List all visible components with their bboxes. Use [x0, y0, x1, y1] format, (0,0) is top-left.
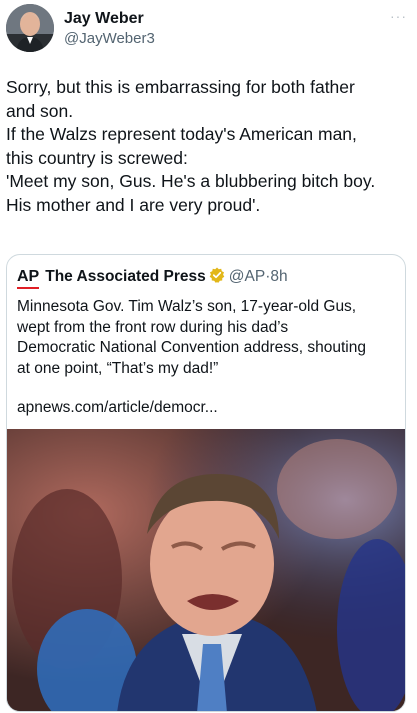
tweet-line: and son. [6, 100, 74, 121]
quoted-tweet-card[interactable]: AP The Associated Press @AP·8h Minnesota G… [6, 254, 406, 712]
quoted-line: at one point, “That’s my dad!” [17, 359, 219, 377]
quoted-text: Minnesota Gov. Tim Walz’s son, 17-year-o… [17, 297, 397, 379]
tweet-line: His mother and I are very proud'. [6, 194, 261, 215]
quoted-header: AP The Associated Press @AP·8h [17, 267, 288, 289]
article-link[interactable]: apnews.com/article/democr... [17, 399, 218, 417]
quoted-handle[interactable]: @AP [229, 268, 265, 285]
tweet-header: Jay Weber @JayWeber3 ··· [6, 4, 411, 56]
tweet-line: this country is screwed: [6, 147, 188, 168]
quoted-line: Democratic National Convention address, … [17, 339, 366, 356]
author-handle[interactable]: @JayWeber3 [64, 30, 155, 47]
quoted-photo[interactable] [7, 429, 405, 711]
quoted-author-name[interactable]: The Associated Press [45, 268, 206, 285]
author-avatar[interactable] [6, 4, 54, 52]
quoted-line: wept from the front row during his dad’s [17, 318, 289, 336]
tweet-line: Sorry, but this is embarrassing for both… [6, 77, 355, 97]
quoted-time[interactable]: 8h [270, 268, 287, 285]
quoted-line: Minnesota Gov. Tim Walz’s son, 17-year-o… [17, 298, 357, 315]
tweet-line: 'Meet my son, Gus. He's a blubbering bit… [6, 171, 376, 191]
tweet-text: Sorry, but this is embarrassing for both… [6, 76, 406, 217]
tweet-line: If the Walzs represent today's American … [6, 124, 357, 144]
ap-logo: AP [17, 268, 40, 289]
author-name[interactable]: Jay Weber [64, 10, 144, 28]
more-options-icon[interactable]: ··· [390, 8, 407, 24]
verified-badge-icon [209, 267, 225, 283]
